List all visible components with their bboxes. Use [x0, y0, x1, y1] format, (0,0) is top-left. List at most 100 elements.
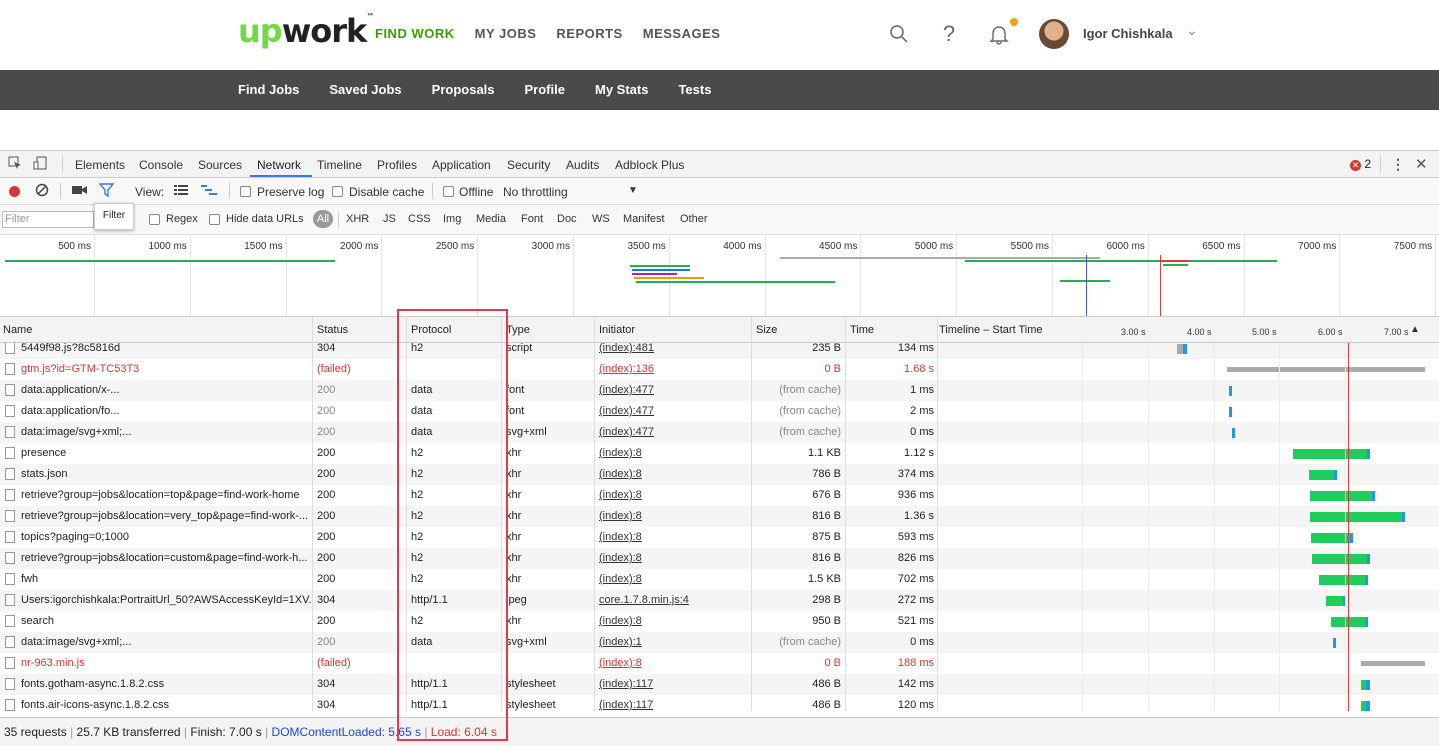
cell-name[interactable]: presence	[21, 447, 311, 459]
table-row[interactable]: 5449f98.js?8c5816d 304 h2 script (index):481…	[0, 343, 1439, 359]
clear-icon[interactable]	[35, 183, 49, 200]
table-row[interactable]: nr-963.min.js (failed) (index):8 0 B 188 ms	[0, 653, 1439, 674]
cell-name[interactable]: gtm.js?id=GTM-TC53T3	[21, 363, 311, 375]
network-overview[interactable]: 500 ms 1000 ms 1500 ms 2000 ms 2500 ms 3000 m…	[0, 235, 1439, 317]
camera-icon[interactable]	[72, 184, 87, 199]
column-initiator[interactable]: Initiator	[599, 324, 635, 336]
filter-type-other[interactable]: Other	[680, 213, 708, 225]
user-name[interactable]: Igor Chishkala	[1083, 26, 1173, 41]
cell-name[interactable]: retrieve?group=jobs&location=top&page=fi…	[21, 489, 311, 501]
cell-name[interactable]: search	[21, 615, 311, 627]
cell-name[interactable]: retrieve?group=jobs&location=custom&page…	[21, 552, 311, 564]
table-row[interactable]: stats.json 200 h2 xhr (index):8 786 B 374 ms	[0, 464, 1439, 485]
cell-initiator[interactable]: (index):136	[599, 363, 749, 375]
cell-name[interactable]: data:application/fo...	[21, 405, 311, 417]
subnav-saved-jobs[interactable]: Saved Jobs	[329, 82, 401, 97]
subnav-proposals[interactable]: Proposals	[432, 82, 495, 97]
table-row[interactable]: retrieve?group=jobs&location=very_top&pa…	[0, 506, 1439, 527]
table-row[interactable]: fonts.gotham-async.1.8.2.css 304 http/1.1 s…	[0, 674, 1439, 695]
cell-initiator[interactable]: (index):8	[599, 615, 749, 627]
cell-name[interactable]: data:image/svg+xml;...	[21, 636, 311, 648]
nav-find-work[interactable]: FIND WORK	[375, 26, 455, 41]
table-row[interactable]: retrieve?group=jobs&location=top&page=fi…	[0, 485, 1439, 506]
cell-name[interactable]: data:image/svg+xml;...	[21, 426, 311, 438]
avatar[interactable]	[1039, 19, 1069, 49]
subnav-profile[interactable]: Profile	[525, 82, 565, 97]
filter-type-ws[interactable]: WS	[592, 213, 610, 225]
filter-type-js[interactable]: JS	[383, 213, 396, 225]
cell-initiator[interactable]: (index):481	[599, 343, 749, 354]
filter-type-xhr[interactable]: XHR	[346, 213, 369, 225]
regex-checkbox[interactable]	[149, 214, 160, 225]
search-icon[interactable]	[887, 22, 911, 46]
cell-name[interactable]: stats.json	[21, 468, 311, 480]
filter-type-manifest[interactable]: Manifest	[623, 213, 665, 225]
tab-elements[interactable]: Elements	[75, 158, 125, 172]
offline-checkbox[interactable]	[443, 186, 454, 197]
cell-initiator[interactable]: (index):8	[599, 657, 749, 669]
request-list[interactable]: 5449f98.js?8c5816d 304 h2 script (index):481…	[0, 343, 1439, 711]
tab-network[interactable]: Network	[257, 158, 301, 172]
chevron-down-icon[interactable]: ⌄	[1186, 22, 1198, 39]
cell-name[interactable]: Users:igorchishkala:PortraitUrl_50?AWSAc…	[21, 594, 311, 606]
help-icon[interactable]: ?	[937, 21, 961, 46]
cell-name[interactable]: data:application/x-...	[21, 384, 311, 396]
filter-type-img[interactable]: Img	[443, 213, 461, 225]
cell-initiator[interactable]: core.1.7.8.min.js:4	[599, 594, 749, 606]
column-type[interactable]: Type	[506, 324, 530, 336]
filter-input[interactable]: Filter	[2, 211, 94, 228]
nav-messages[interactable]: MESSAGES	[643, 26, 721, 41]
cell-name[interactable]: topics?paging=0;1000	[21, 531, 311, 543]
cell-name[interactable]: fonts.gotham-async.1.8.2.css	[21, 678, 311, 690]
column-name[interactable]: Name	[3, 324, 32, 336]
table-row[interactable]: fonts.air-icons-async.1.8.2.css 304 http/1…	[0, 695, 1439, 711]
filter-type-font[interactable]: Font	[521, 213, 543, 225]
cell-initiator[interactable]: (index):1	[599, 636, 749, 648]
filter-type-media[interactable]: Media	[476, 213, 506, 225]
cell-name[interactable]: retrieve?group=jobs&location=very_top&pa…	[21, 510, 311, 522]
column-timeline[interactable]: Timeline – Start Time	[939, 324, 1043, 336]
cell-initiator[interactable]: (index):477	[599, 405, 749, 417]
table-row[interactable]: search 200 h2 xhr (index):8 950 B 521 ms	[0, 611, 1439, 632]
subnav-find-jobs[interactable]: Find Jobs	[238, 82, 299, 97]
cell-initiator[interactable]: (index):477	[599, 426, 749, 438]
cell-name[interactable]: fwh	[21, 573, 311, 585]
subnav-my-stats[interactable]: My Stats	[595, 82, 648, 97]
cell-initiator[interactable]: (index):117	[599, 678, 749, 690]
table-row[interactable]: topics?paging=0;1000 200 h2 xhr (index):8 875…	[0, 527, 1439, 548]
inspect-icon[interactable]	[8, 156, 22, 173]
nav-reports[interactable]: REPORTS	[556, 26, 622, 41]
nav-my-jobs[interactable]: MY JOBS	[475, 26, 537, 41]
tab-application[interactable]: Application	[432, 158, 491, 172]
tab-console[interactable]: Console	[139, 158, 183, 172]
column-size[interactable]: Size	[756, 324, 777, 336]
record-icon[interactable]	[9, 186, 20, 197]
hide-data-urls-checkbox[interactable]	[209, 214, 220, 225]
table-row[interactable]: fwh 200 h2 xhr (index):8 1.5 KB 702 ms	[0, 569, 1439, 590]
column-status[interactable]: Status	[317, 324, 348, 336]
bell-icon[interactable]	[987, 22, 1011, 46]
large-rows-icon[interactable]	[174, 184, 188, 199]
cell-initiator[interactable]: (index):8	[599, 531, 749, 543]
subnav-tests[interactable]: Tests	[678, 82, 711, 97]
cell-initiator[interactable]: (index):8	[599, 573, 749, 585]
error-counter[interactable]: ✕ 2	[1350, 157, 1371, 171]
tab-timeline[interactable]: Timeline	[317, 158, 362, 172]
tab-audits[interactable]: Audits	[566, 158, 599, 172]
preserve-log-checkbox[interactable]	[240, 186, 251, 197]
filter-type-doc[interactable]: Doc	[557, 213, 577, 225]
sort-up-icon[interactable]: ▲	[1410, 324, 1420, 335]
cell-name[interactable]: 5449f98.js?8c5816d	[21, 343, 311, 354]
tab-profiles[interactable]: Profiles	[377, 158, 417, 172]
tab-security[interactable]: Security	[507, 158, 550, 172]
upwork-logo[interactable]: upwork™	[238, 12, 374, 50]
filter-icon[interactable]	[98, 183, 115, 200]
cell-initiator[interactable]: (index):117	[599, 699, 749, 711]
cell-name[interactable]: nr-963.min.js	[21, 657, 311, 669]
tab-adblock-plus[interactable]: Adblock Plus	[615, 158, 684, 172]
cell-initiator[interactable]: (index):8	[599, 468, 749, 480]
more-options-icon[interactable]: ⋮	[1391, 156, 1405, 173]
table-row[interactable]: data:application/x-... 200 data font (index)…	[0, 380, 1439, 401]
cell-initiator[interactable]: (index):8	[599, 552, 749, 564]
table-row[interactable]: retrieve?group=jobs&location=custom&page…	[0, 548, 1439, 569]
